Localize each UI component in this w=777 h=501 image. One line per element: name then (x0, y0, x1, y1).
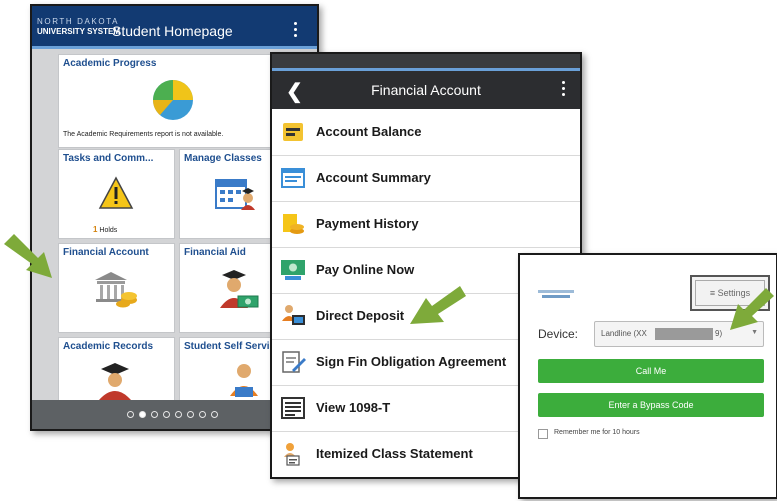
menu-item-label: Payment History (316, 216, 419, 231)
page-dot[interactable] (187, 411, 194, 418)
device-value-suffix: 9) (715, 329, 723, 338)
page-dot[interactable] (127, 411, 134, 418)
graduate-icon (99, 363, 131, 400)
bank-coins-icon (95, 272, 137, 308)
tile-tasks[interactable]: Tasks and Comm... 1 Holds (58, 149, 175, 239)
student-reading-icon (230, 364, 258, 397)
page-dot[interactable] (199, 411, 206, 418)
page-dot[interactable] (175, 411, 182, 418)
tile-financial-account[interactable]: Financial Account (58, 243, 175, 333)
financial-account-header: ❮ Financial Account (272, 71, 580, 109)
tile-title: Manage Classes (184, 153, 262, 164)
more-menu-icon[interactable] (294, 22, 298, 38)
menu-item-label: Pay Online Now (316, 262, 415, 277)
page-dot[interactable] (163, 411, 170, 418)
annotation-arrow-icon (4, 234, 52, 278)
menu-item-account-balance[interactable]: Account Balance (272, 109, 580, 156)
holds-count: 1 (93, 225, 98, 234)
logo-icon (538, 290, 574, 298)
menu-item-account-summary[interactable]: Account Summary (272, 155, 580, 202)
page-dot-active[interactable] (139, 411, 146, 418)
annotation-arrow-icon (410, 286, 466, 324)
logo-line-2: UNIVERSITY SYSTEM (37, 27, 120, 36)
bypass-code-button[interactable]: Enter a Bypass Code (538, 393, 764, 417)
remember-me-checkbox[interactable] (538, 429, 548, 439)
payment-history-icon (283, 214, 304, 234)
direct-deposit-icon (282, 305, 305, 325)
page-dot[interactable] (211, 411, 218, 418)
pay-online-icon (281, 260, 305, 280)
menu-item-payment-history[interactable]: Payment History (272, 201, 580, 248)
remember-me-label: Remember me for 10 hours (554, 429, 640, 436)
screen-title: Financial Account (371, 82, 481, 98)
device-value-prefix: Landline (XX (601, 329, 647, 338)
itemized-statement-icon (284, 443, 300, 466)
graduate-money-icon (220, 270, 259, 308)
tile-title: Academic Progress (63, 58, 157, 69)
menu-item-label: Account Summary (316, 170, 431, 185)
calendar-student-icon (215, 179, 255, 210)
page-dot[interactable] (151, 411, 158, 418)
account-balance-icon (283, 123, 303, 141)
homepage-header: NORTH DAKOTA UNIVERSITY SYSTEM Student H… (32, 6, 317, 49)
tile-title: Academic Records (63, 341, 154, 352)
tile-title: Tasks and Comm... (63, 153, 154, 164)
menu-item-label: Direct Deposit (316, 308, 405, 323)
tile-note: The Academic Requirements report is not … (63, 131, 224, 138)
menu-item-label: Account Balance (316, 124, 422, 139)
pie-chart-icon (153, 80, 193, 120)
tile-title: Financial Account (63, 247, 149, 258)
menu-item-label: Sign Fin Obligation Agreement (316, 354, 507, 369)
menu-item-label: View 1098-T (316, 400, 391, 415)
tile-title: Financial Aid (184, 247, 246, 258)
tile-title: Student Self Servi (184, 341, 270, 352)
more-menu-icon[interactable] (562, 81, 565, 99)
sign-agreement-icon (282, 351, 306, 373)
holds-label: Holds (99, 227, 118, 234)
device-label: Device: (538, 327, 579, 341)
annotation-arrow-icon (730, 288, 774, 330)
warning-icon (98, 176, 134, 209)
call-me-button[interactable]: Call Me (538, 359, 764, 383)
holds-indicator[interactable]: 1 Holds (93, 225, 117, 234)
menu-item-label: Itemized Class Statement (316, 446, 473, 461)
logo-line-1: NORTH DAKOTA (37, 17, 120, 26)
status-bar (272, 54, 580, 71)
account-summary-icon (281, 168, 305, 188)
page-title: Student Homepage (112, 23, 233, 39)
form-1098t-icon (281, 397, 305, 419)
redacted-phone-number (655, 328, 713, 340)
